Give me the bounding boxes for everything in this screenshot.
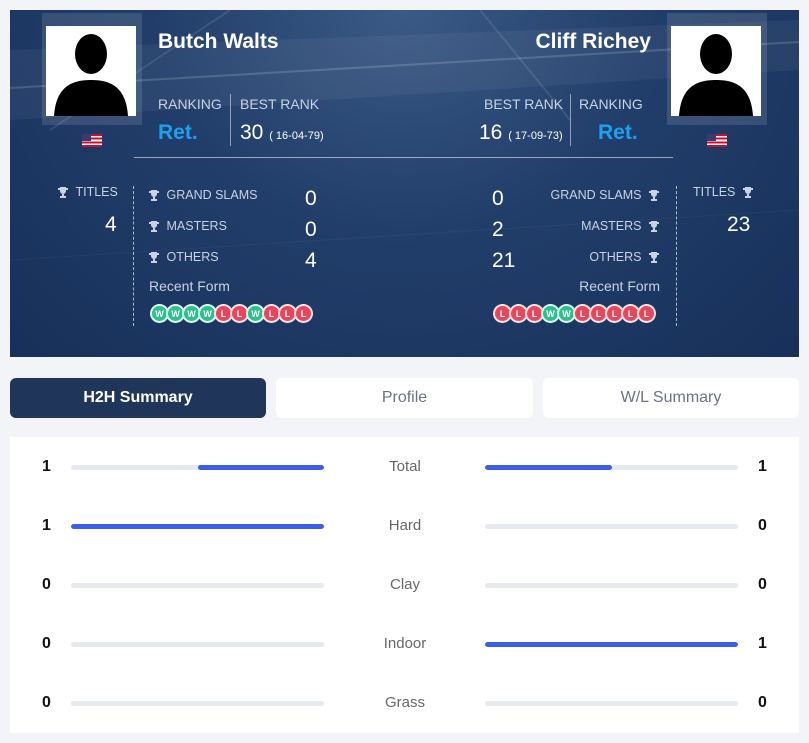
right-count: 1 — [758, 458, 767, 475]
right-bar — [485, 701, 738, 706]
player1-best-rank-date: ( 16-04-79) — [269, 130, 324, 142]
player1-titles: 4 — [105, 213, 117, 236]
right-count: 0 — [758, 576, 767, 593]
summary-row: 0 Grass 0 — [10, 684, 799, 724]
right-bar-fill — [485, 465, 612, 470]
player2-masters: 2 — [492, 218, 504, 241]
left-bar — [71, 701, 324, 706]
player1-grand-slams-label: GRAND SLAMS — [149, 188, 257, 202]
player2-others-label: OTHERS — [589, 250, 659, 264]
player1-ranking: Ret. — [158, 121, 198, 144]
trophy-icon — [649, 221, 659, 233]
left-bar — [71, 583, 324, 588]
summary-row: 0 Clay 0 — [10, 566, 799, 606]
left-count: 0 — [42, 635, 51, 652]
trophy-icon — [149, 252, 159, 264]
left-bar-fill — [71, 524, 324, 529]
player2-masters-label: MASTERS — [581, 219, 659, 233]
divider — [676, 186, 677, 326]
player1-photo[interactable] — [42, 13, 142, 125]
loss-badge[interactable]: L — [637, 304, 656, 323]
player1-grand-slams: 0 — [305, 187, 317, 210]
player1-best-rank: 30 ( 16-04-79) — [240, 121, 324, 144]
player2-recent-form-label: Recent Form — [579, 278, 660, 294]
right-bar — [485, 642, 738, 647]
right-count: 0 — [758, 517, 767, 534]
player1-titles-label: TITLES — [58, 185, 118, 199]
player2-ranking: Ret. — [598, 121, 638, 144]
right-bar — [485, 583, 738, 588]
right-bar — [485, 465, 738, 470]
player2-photo[interactable] — [667, 13, 767, 125]
trophy-icon — [58, 187, 68, 199]
left-bar-fill — [197, 465, 324, 470]
divider — [570, 94, 571, 146]
left-bar — [71, 524, 324, 529]
divider — [134, 157, 673, 158]
left-bar — [71, 465, 324, 470]
h2h-header: Butch Walts Cliff Richey RANKING Ret. BE… — [10, 10, 799, 357]
player2-best-rank: 16 ( 17-09-73) — [479, 121, 563, 144]
right-bar-fill — [485, 642, 738, 647]
tab-h2h-summary[interactable]: H2H Summary — [10, 378, 266, 418]
trophy-icon — [649, 252, 659, 264]
player1-recent-form-label: Recent Form — [149, 278, 230, 294]
player2-titles: 23 — [727, 213, 751, 236]
tab-profile[interactable]: Profile — [276, 378, 533, 418]
loss-badge[interactable]: L — [294, 304, 313, 323]
player1-others-label: OTHERS — [149, 250, 219, 264]
player1-recent-form: WWWWLLWLLL — [150, 304, 313, 323]
usa-flag-icon — [82, 134, 102, 147]
left-bar — [71, 642, 324, 647]
player1-best-rank-label: BEST RANK — [240, 96, 320, 112]
player1-masters-label: MASTERS — [149, 219, 227, 233]
player1-others: 4 — [305, 249, 317, 272]
surface-label: Grass — [384, 694, 425, 711]
surface-label: Clay — [389, 576, 420, 593]
player2-titles-label: TITLES — [693, 185, 753, 199]
player2-others: 21 — [492, 249, 516, 272]
h2h-summary-panel: 1 Total 1 1 Hard 0 0 Clay 0 0 Indoor 1 0 Grass 0 — [10, 437, 799, 733]
left-count: 0 — [42, 576, 51, 593]
left-count: 1 — [42, 517, 51, 534]
surface-label: Total — [389, 458, 421, 475]
trophy-icon — [149, 190, 159, 202]
player2-name[interactable]: Cliff Richey — [535, 30, 651, 54]
right-count: 1 — [758, 635, 767, 652]
trophy-icon — [649, 190, 659, 202]
right-count: 0 — [758, 694, 767, 711]
player2-recent-form: LLLWWLLLLL — [493, 304, 656, 323]
player1-ranking-label: RANKING — [158, 96, 222, 112]
surface-label: Hard — [388, 517, 422, 534]
right-bar — [485, 524, 738, 529]
tab-wl-summary[interactable]: W/L Summary — [543, 378, 799, 418]
summary-row: 1 Total 1 — [10, 448, 799, 488]
player-silhouette-icon — [679, 34, 753, 116]
divider — [133, 186, 134, 326]
usa-flag-icon — [707, 134, 727, 147]
player1-name[interactable]: Butch Walts — [158, 30, 279, 54]
left-count: 0 — [42, 694, 51, 711]
trophy-icon — [742, 187, 753, 199]
player1-masters: 0 — [305, 218, 317, 241]
player2-grand-slams: 0 — [492, 187, 504, 210]
surface-label: Indoor — [383, 635, 427, 652]
player-silhouette-icon — [54, 34, 128, 116]
divider — [230, 94, 231, 146]
trophy-icon — [149, 221, 159, 233]
player2-best-rank-date: ( 17-09-73) — [508, 130, 563, 142]
left-count: 1 — [42, 458, 51, 475]
summary-row: 0 Indoor 1 — [10, 625, 799, 665]
player2-grand-slams-label: GRAND SLAMS — [551, 188, 659, 202]
player2-best-rank-label: BEST RANK — [484, 96, 564, 112]
player2-ranking-label: RANKING — [579, 96, 643, 112]
summary-row: 1 Hard 0 — [10, 507, 799, 547]
